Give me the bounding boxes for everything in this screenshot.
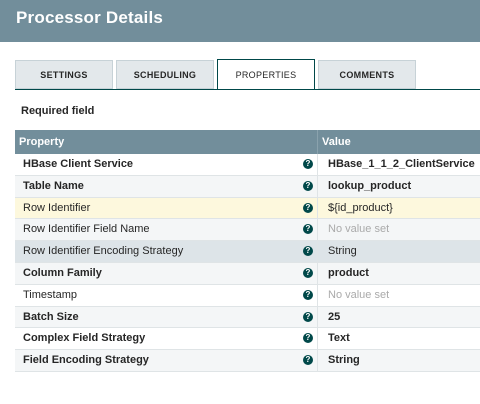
table-row[interactable]: Row Identifier Field Name ? No value set: [15, 219, 480, 242]
question-circle-icon[interactable]: ?: [303, 159, 313, 169]
property-value[interactable]: No value set: [328, 285, 389, 306]
property-name: Timestamp: [23, 288, 77, 301]
properties-table: Property Value HBase Client Service ? HB…: [15, 130, 480, 372]
cell-divider: [317, 328, 318, 350]
question-circle-icon[interactable]: ?: [303, 289, 313, 300]
property-value[interactable]: product: [328, 263, 369, 284]
property-name: Field Encoding Strategy: [23, 354, 149, 367]
question-circle-icon[interactable]: ?: [303, 333, 313, 344]
question-circle-icon[interactable]: ?: [303, 267, 313, 278]
dialog-header: Processor Details: [0, 0, 480, 42]
tab-settings[interactable]: SETTINGS: [15, 60, 113, 89]
cell-divider: [317, 306, 318, 328]
table-row[interactable]: Batch Size ? 25: [15, 306, 480, 329]
cell-divider: [317, 197, 318, 219]
table-row[interactable]: Table Name ? lookup_product: [15, 175, 480, 198]
property-name: Row Identifier Encoding Strategy: [23, 245, 184, 258]
property-name: Complex Field Strategy: [23, 332, 146, 345]
required-field-note: Required field: [21, 105, 95, 117]
cell-divider: [317, 241, 318, 263]
question-circle-icon[interactable]: ?: [303, 246, 313, 257]
tab-properties[interactable]: PROPERTIES: [217, 59, 315, 90]
property-value[interactable]: 25: [328, 307, 340, 328]
table-row[interactable]: Timestamp ? No value set: [15, 284, 480, 307]
question-circle-icon[interactable]: ?: [303, 311, 313, 322]
column-divider: [317, 130, 318, 154]
property-name: Batch Size: [23, 310, 79, 323]
property-name: Column Family: [23, 266, 102, 279]
property-name: Table Name: [23, 179, 84, 192]
cell-divider: [317, 350, 318, 372]
question-circle-icon[interactable]: ?: [303, 224, 313, 235]
tab-scheduling[interactable]: SCHEDULING: [116, 60, 214, 89]
table-row[interactable]: Row Identifier Encoding Strategy ? Strin…: [15, 241, 480, 263]
table-row[interactable]: Field Encoding Strategy ? String: [15, 350, 480, 372]
cell-divider: [317, 175, 318, 197]
property-value[interactable]: ${id_product}: [328, 198, 393, 219]
property-value[interactable]: lookup_product: [328, 176, 411, 197]
question-circle-icon[interactable]: ?: [303, 202, 313, 213]
question-circle-icon[interactable]: ?: [303, 180, 313, 191]
tab-underline: [15, 89, 480, 90]
tab-comments[interactable]: COMMENTS: [318, 60, 416, 89]
question-circle-icon[interactable]: ?: [303, 355, 313, 366]
property-name: Row Identifier Field Name: [23, 223, 150, 236]
cell-divider: [317, 284, 318, 306]
property-value[interactable]: No value set: [328, 219, 389, 240]
table-header: Property Value: [15, 130, 480, 154]
property-value[interactable]: String: [328, 241, 357, 262]
column-header-value[interactable]: Value: [322, 130, 351, 154]
property-value[interactable]: HBase_1_1_2_ClientService: [328, 154, 475, 175]
table-row[interactable]: Complex Field Strategy ? Text: [15, 328, 480, 351]
property-value[interactable]: Text: [328, 328, 350, 349]
dialog-title: Processor Details: [16, 8, 164, 27]
column-header-property[interactable]: Property: [19, 130, 64, 154]
property-name: Row Identifier: [23, 201, 91, 214]
table-row[interactable]: Row Identifier ? ${id_product}: [15, 197, 480, 220]
property-name: HBase Client Service: [23, 158, 134, 170]
cell-divider: [317, 219, 318, 241]
cell-divider: [317, 262, 318, 284]
table-row[interactable]: HBase Client Service ? HBase_1_1_2_Clien…: [15, 154, 480, 176]
cell-divider: [317, 154, 318, 175]
property-value[interactable]: String: [328, 350, 360, 371]
table-row[interactable]: Column Family ? product: [15, 262, 480, 285]
